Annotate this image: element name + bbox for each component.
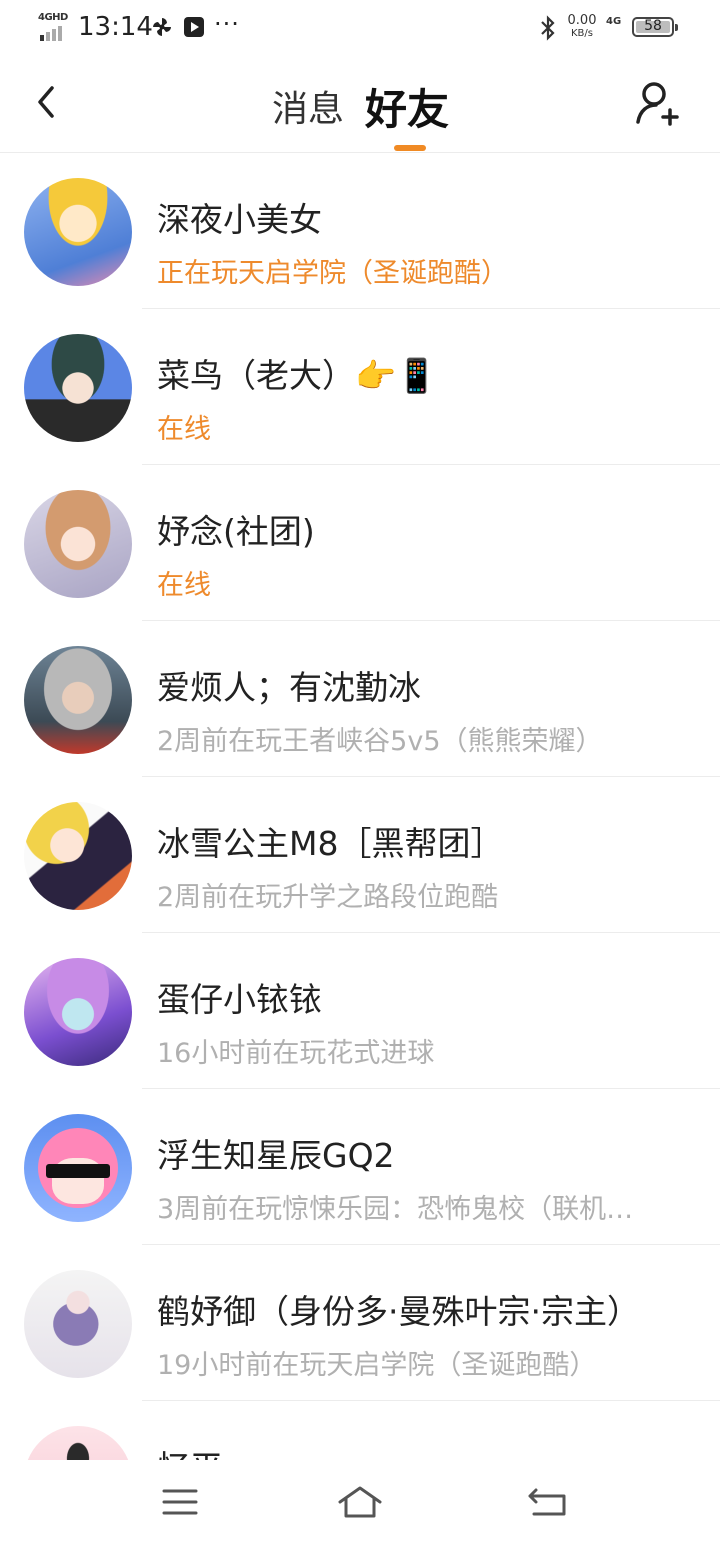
list-item[interactable]: 鹤妤御（身份多·曼殊叶宗·宗主） 19小时前在玩天启学院（圣诞跑酷）	[0, 1245, 720, 1401]
chevron-left-icon[interactable]	[24, 78, 72, 126]
signal-bars-icon	[40, 26, 62, 41]
list-item[interactable]: 冰雪公主M8［黑帮团］ 2周前在玩升学之路段位跑酷	[0, 777, 720, 933]
avatar[interactable]	[24, 1270, 132, 1378]
friend-status: 2周前在玩王者峡谷5v5（熊熊荣耀）	[157, 726, 603, 757]
more-notifications-icon: ···	[214, 10, 240, 38]
return-icon[interactable]	[524, 1482, 572, 1522]
friend-name: 浮生知星辰GQ2	[157, 1136, 395, 1175]
friend-name: 蛋仔小铱铱	[157, 980, 322, 1019]
list-item[interactable]: 深夜小美女 正在玩天启学院（圣诞跑酷）	[0, 153, 720, 309]
list-item[interactable]: 蛋仔小铱铱 16小时前在玩花式进球	[0, 933, 720, 1089]
avatar[interactable]	[24, 490, 132, 598]
avatar[interactable]	[24, 802, 132, 910]
friend-name: 妤念(社团)	[157, 512, 315, 551]
friend-status: 在线	[157, 570, 211, 601]
list-item[interactable]: 忆平	[0, 1401, 720, 1460]
list-item[interactable]: 菜鸟（老大）👉📱 在线	[0, 309, 720, 465]
network-type: 4GHD	[38, 12, 68, 23]
avatar[interactable]	[24, 1114, 132, 1222]
status-bar: 4GHD 13:14 ··· 0.00 KB/s 4G 58	[0, 0, 720, 56]
battery-level: 58	[644, 18, 662, 34]
signal-indicator: 4GHD	[38, 12, 72, 41]
friend-status: 在线	[157, 414, 211, 445]
add-user-icon[interactable]	[632, 78, 684, 130]
friend-list: 深夜小美女 正在玩天启学院（圣诞跑酷） 菜鸟（老大）👉📱 在线 妤念(社团) 在…	[0, 153, 720, 1460]
avatar[interactable]	[24, 646, 132, 754]
clock: 13:14	[78, 12, 153, 42]
top-header: 消息 好友	[0, 56, 720, 153]
battery-icon: 58	[632, 17, 678, 37]
friend-name: 鹤妤御（身份多·曼殊叶宗·宗主）	[157, 1292, 640, 1331]
media-play-icon	[184, 17, 204, 37]
tab-active-indicator	[394, 145, 426, 151]
network-speed: 0.00 KB/s	[567, 13, 597, 39]
friend-status: 正在玩天启学院（圣诞跑酷）	[157, 258, 508, 289]
tab-messages[interactable]: 消息	[272, 80, 344, 132]
bluetooth-icon	[541, 15, 555, 41]
friend-status: 16小时前在玩花式进球	[157, 1038, 435, 1069]
tab-friends[interactable]: 好友	[365, 76, 449, 137]
list-item[interactable]: 妤念(社团) 在线	[0, 465, 720, 621]
friend-name: 忆平	[157, 1441, 697, 1460]
home-icon[interactable]	[336, 1482, 384, 1522]
avatar[interactable]	[24, 1426, 132, 1460]
friend-status: 2周前在玩升学之路段位跑酷	[157, 882, 499, 913]
friend-name: 菜鸟（老大）👉📱	[157, 356, 438, 395]
network-type-right: 4G	[606, 16, 622, 27]
avatar[interactable]	[24, 334, 132, 442]
avatar[interactable]	[24, 958, 132, 1066]
friend-name: 爱烦人；有沈勤冰	[157, 668, 421, 707]
list-item[interactable]: 爱烦人；有沈勤冰 2周前在玩王者峡谷5v5（熊熊荣耀）	[0, 621, 720, 777]
system-nav-bar	[0, 1460, 720, 1544]
friend-name: 深夜小美女	[157, 200, 322, 239]
list-item[interactable]: 浮生知星辰GQ2 3周前在玩惊悚乐园：恐怖鬼校（联机…	[0, 1089, 720, 1245]
friend-status: 19小时前在玩天启学院（圣诞跑酷）	[157, 1350, 597, 1381]
avatar[interactable]	[24, 178, 132, 286]
friend-name: 冰雪公主M8［黑帮团］	[157, 824, 504, 863]
menu-icon[interactable]	[156, 1482, 204, 1522]
friend-status: 3周前在玩惊悚乐园：恐怖鬼校（联机…	[157, 1194, 634, 1225]
fan-icon	[153, 18, 171, 36]
